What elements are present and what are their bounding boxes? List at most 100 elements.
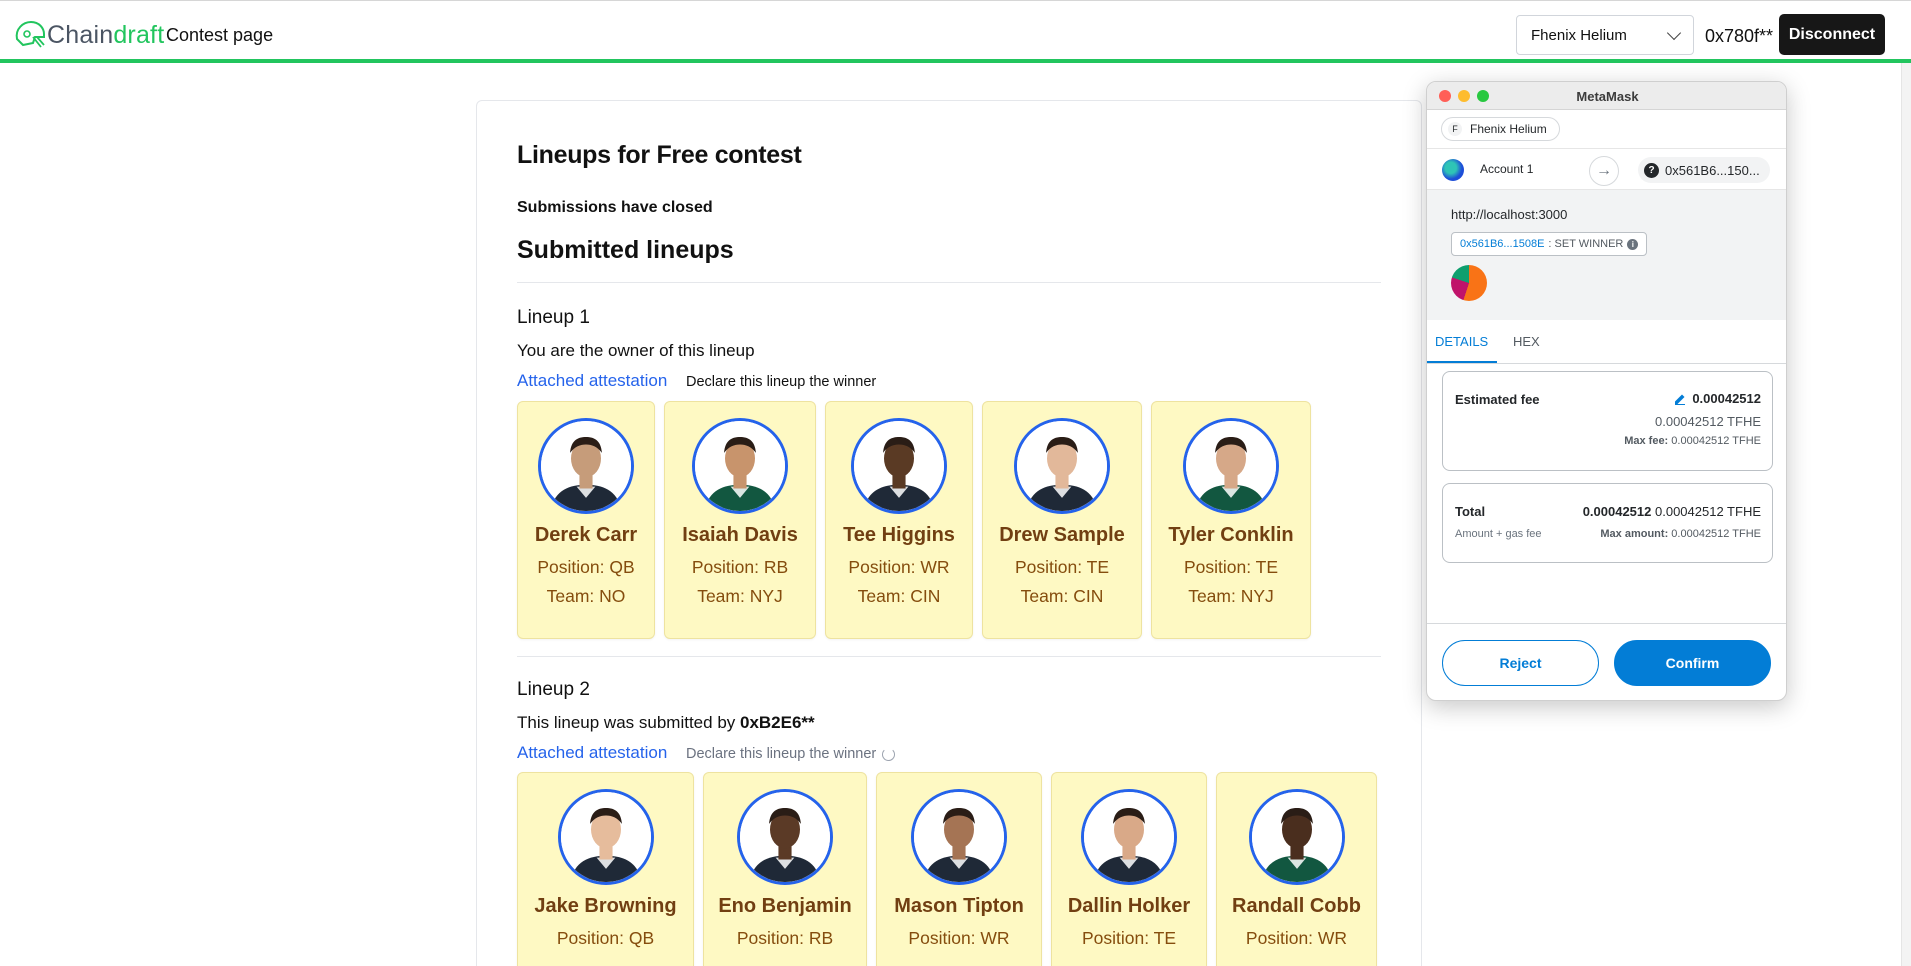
lineups-panel: Lineups for Free contest Submissions hav… <box>476 100 1422 966</box>
metamask-popup: MetaMask F Fhenix Helium Account 1 → ? 0… <box>1426 81 1787 701</box>
player-position: Position: QB <box>537 557 635 577</box>
player-avatar <box>737 789 833 885</box>
estimated-fee-tfhe: 0.00042512 TFHE <box>1655 414 1761 429</box>
player-position: Position: QB <box>556 928 655 948</box>
player-card: Jake Browning Position: QB <box>517 772 694 966</box>
player-avatar <box>1014 418 1110 514</box>
total-label: Total <box>1455 504 1486 519</box>
info-icon[interactable]: i <box>1627 238 1639 250</box>
metamask-recipient[interactable]: ? 0x561B6...150... <box>1638 157 1770 183</box>
player-name: Tyler Conklin <box>1168 524 1294 546</box>
brand-logo-link[interactable]: Chaindraft <box>13 19 164 51</box>
player-avatar <box>538 418 634 514</box>
player-position: Position: RB <box>691 557 789 577</box>
tab-hex[interactable]: HEX <box>1513 334 1540 349</box>
player-avatar <box>557 789 654 885</box>
contract-address-link[interactable]: 0x561B6...1508E <box>1460 238 1544 250</box>
player-team: Team: CIN <box>857 586 941 606</box>
submissions-status: Submissions have closed <box>517 199 713 216</box>
player-name: Mason Tipton <box>894 895 1024 917</box>
contract-identicon-icon <box>1451 265 1487 301</box>
max-fee: Max fee: 0.00042512 TFHE <box>1624 435 1761 447</box>
question-icon: ? <box>1644 162 1659 178</box>
player-name: Jake Browning <box>534 895 677 917</box>
player-name: Dallin Holker <box>1067 895 1191 917</box>
player-card: Randall Cobb Position: WR <box>1216 772 1377 966</box>
metamask-origin-area: http://localhost:3000 0x561B6...1508E : … <box>1427 190 1786 320</box>
player-position: Position: TE <box>1081 928 1177 948</box>
disconnect-button[interactable]: Disconnect <box>1779 14 1885 55</box>
player-position: Position: WR <box>908 928 1010 948</box>
footer-divider <box>1427 623 1786 624</box>
player-position: Position: RB <box>736 928 834 948</box>
player-card: Eno Benjamin Position: RB <box>703 772 867 966</box>
lineup-1-cards: Derek Carr Position: QB Team: NO Isaiah Dav… <box>517 401 1311 639</box>
player-avatar <box>911 789 1007 885</box>
player-name: Randall Cobb <box>1232 895 1361 917</box>
player-name: Drew Sample <box>999 524 1125 546</box>
divider <box>517 656 1381 657</box>
chevron-down-icon <box>1666 25 1682 40</box>
metamask-origin: http://localhost:3000 <box>1451 207 1568 222</box>
lineup-2-owner-text: This lineup was submitted by 0xB2E6** <box>517 713 815 732</box>
player-card: Tee Higgins Position: WR Team: CIN <box>825 401 973 639</box>
estimated-fee-box: Estimated fee 0.00042512 0.00042512 TFHE… <box>1442 371 1773 471</box>
player-card: Dallin Holker Position: TE <box>1051 772 1207 966</box>
network-avatar-icon: F <box>1448 122 1462 136</box>
network-select-value: Fhenix Helium <box>1531 26 1627 44</box>
nav-contest-page-link[interactable]: Contest page <box>166 25 273 46</box>
player-card: Drew Sample Position: TE Team: CIN <box>982 401 1142 639</box>
metamask-network-pill[interactable]: F Fhenix Helium <box>1441 117 1560 141</box>
top-navbar: Chaindraft Contest page Fhenix Helium 0x… <box>0 5 1911 63</box>
recipient-address: 0x561B6...150... <box>1665 162 1760 178</box>
player-name: Derek Carr <box>534 524 638 546</box>
page-scrollbar[interactable] <box>1901 63 1911 966</box>
player-avatar <box>1183 418 1279 514</box>
player-card: Isaiah Davis Position: RB Team: NYJ <box>664 401 816 639</box>
player-card: Mason Tipton Position: WR <box>876 772 1042 966</box>
edit-pencil-icon[interactable] <box>1674 393 1686 405</box>
player-position: Position: WR <box>1245 928 1348 948</box>
arrow-right-icon: → <box>1589 156 1619 186</box>
section-title: Submitted lineups <box>517 236 734 264</box>
wallet-address: 0x780f** <box>1705 26 1774 46</box>
lineup-2-cards: Jake Browning Position: QB Eno Benjamin Pos… <box>517 772 1377 966</box>
brand-name: Chaindraft <box>47 20 165 49</box>
metamask-account-name[interactable]: Account 1 <box>1480 162 1533 176</box>
total-value: 0.00042512 0.00042512 TFHE <box>1582 504 1761 519</box>
total-sublabel: Amount + gas fee <box>1455 528 1542 540</box>
metamask-network-name: Fhenix Helium <box>1470 122 1547 136</box>
lineup-2-declare-winner-button[interactable]: Declare this lineup the winner <box>686 746 896 762</box>
player-position: Position: WR <box>848 557 950 577</box>
total-box: Total Amount + gas fee 0.00042512 0.0004… <box>1442 483 1773 563</box>
page-title: Lineups for Free contest <box>517 141 802 169</box>
lineup-1-title: Lineup 1 <box>517 307 590 328</box>
max-amount: Max amount: 0.00042512 TFHE <box>1600 528 1761 540</box>
player-card: Tyler Conklin Position: TE Team: NYJ <box>1151 401 1311 639</box>
active-tab-indicator <box>1427 361 1497 363</box>
lineup-2-attestation-link[interactable]: Attached attestation <box>517 743 667 763</box>
metamask-tabs: DETAILS HEX <box>1427 320 1786 364</box>
lineup-1-owner-text: You are the owner of this lineup <box>517 341 755 360</box>
player-position: Position: TE <box>1014 557 1110 577</box>
estimated-fee-label: Estimated fee <box>1455 392 1540 407</box>
divider <box>517 282 1381 283</box>
player-team: Team: NYJ <box>1188 586 1274 606</box>
network-select[interactable]: Fhenix Helium <box>1516 15 1694 55</box>
player-avatar <box>851 418 947 514</box>
player-team: Team: CIN <box>1020 586 1104 606</box>
loading-spinner-icon <box>882 747 896 761</box>
player-avatar <box>1081 789 1177 885</box>
lineup-1-attestation-link[interactable]: Attached attestation <box>517 371 667 391</box>
player-team: Team: NYJ <box>697 586 783 606</box>
lineup-1-declare-winner-button[interactable]: Declare this lineup the winner <box>686 374 876 390</box>
confirm-button[interactable]: Confirm <box>1614 640 1771 686</box>
metamask-method-badge[interactable]: 0x561B6...1508E : SET WINNER i <box>1451 232 1648 256</box>
metamask-titlebar: MetaMask <box>1427 82 1786 110</box>
method-name: : SET WINNER <box>1548 238 1624 250</box>
reject-button[interactable]: Reject <box>1442 640 1599 686</box>
metamask-account-row: Account 1 → ? 0x561B6...150... <box>1427 148 1786 190</box>
helmet-logo-icon <box>15 20 45 48</box>
tab-details[interactable]: DETAILS <box>1435 334 1488 349</box>
player-name: Isaiah Davis <box>682 524 798 546</box>
